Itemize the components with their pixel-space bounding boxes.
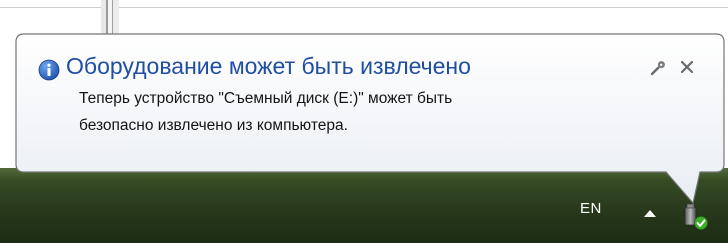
notification-message-line: Теперь устройство "Съемный диск (E:)" мо… xyxy=(79,90,453,107)
notification-title: Оборудование может быть извлечено xyxy=(66,53,471,79)
notification-balloon[interactable]: Оборудование может быть извлечено Теперь… xyxy=(16,34,724,170)
wrench-icon[interactable] xyxy=(649,59,667,77)
close-icon[interactable] xyxy=(679,59,695,75)
notification-message-line: безопасно извлечено из компьютера. xyxy=(79,117,348,134)
info-icon xyxy=(38,59,60,81)
